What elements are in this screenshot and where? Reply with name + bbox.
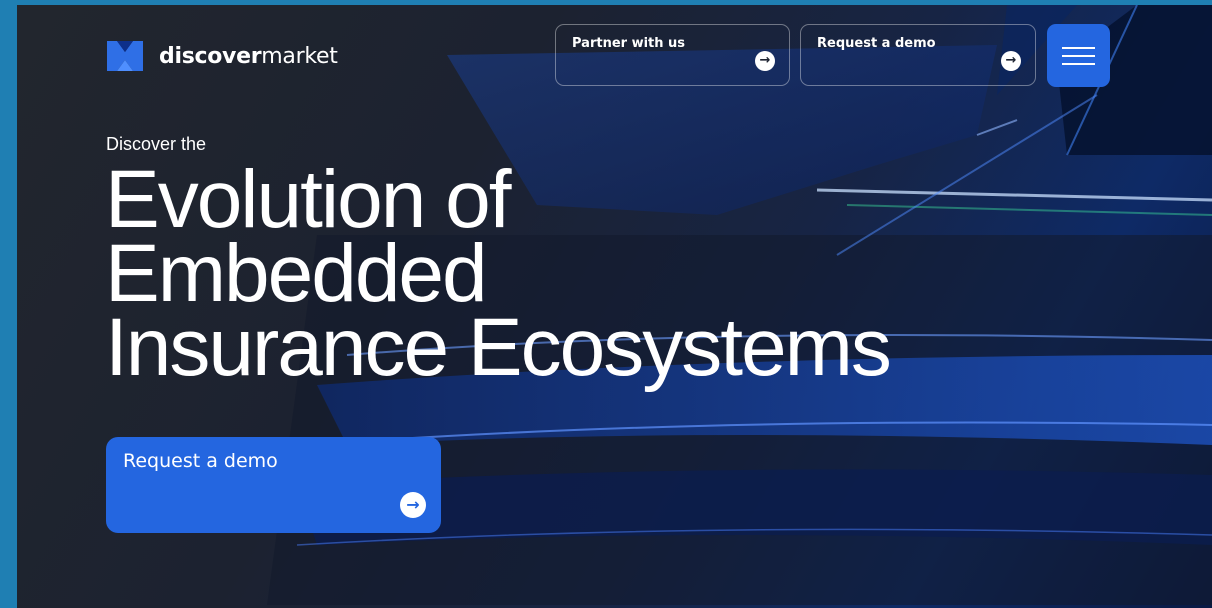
brand-name-bold: discover xyxy=(159,43,262,69)
partner-with-us-button[interactable]: Partner with us → xyxy=(555,24,790,86)
request-demo-cta-button[interactable]: Request a demo → xyxy=(106,437,441,533)
arrow-right-icon: → xyxy=(1001,51,1021,71)
hero-eyebrow: Discover the xyxy=(106,134,207,154)
hero-section: discovermarket Partner with us → Request… xyxy=(17,5,1212,608)
headline-line: Embedded xyxy=(105,228,488,319)
hero-headline: Evolution of Embedded Insurance Ecosyste… xyxy=(105,154,892,393)
hamburger-icon xyxy=(1062,47,1095,49)
hamburger-icon xyxy=(1062,63,1095,65)
brand-logo[interactable]: discovermarket xyxy=(105,39,338,73)
headline-line: Insurance Ecosystems xyxy=(105,302,892,393)
headline-line: Evolution of xyxy=(105,154,511,245)
menu-button[interactable] xyxy=(1047,24,1110,87)
brand-name-regular: market xyxy=(261,43,338,69)
cta-label: Request a demo xyxy=(123,450,278,472)
dm-logo-icon xyxy=(107,41,143,71)
partner-label: Partner with us xyxy=(572,36,686,51)
arrow-right-icon: → xyxy=(400,492,426,518)
brand-name: discovermarket xyxy=(159,44,338,69)
request-demo-nav-label: Request a demo xyxy=(817,36,936,51)
request-demo-nav-button[interactable]: Request a demo → xyxy=(800,24,1036,86)
arrow-right-icon: → xyxy=(755,51,775,71)
hamburger-icon xyxy=(1062,55,1095,57)
